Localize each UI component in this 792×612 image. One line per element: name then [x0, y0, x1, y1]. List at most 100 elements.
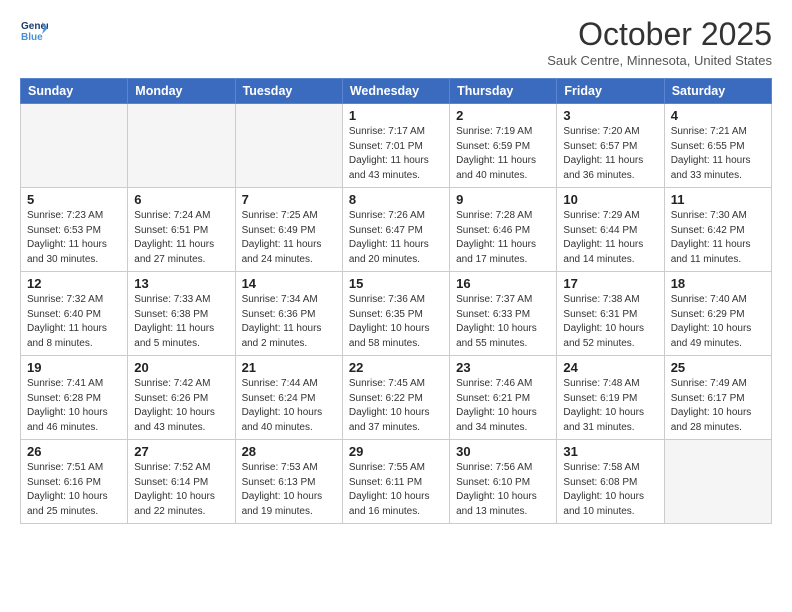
day-number: 20: [134, 360, 228, 375]
day-number: 5: [27, 192, 121, 207]
day-info: Sunrise: 7:26 AM Sunset: 6:47 PM Dayligh…: [349, 209, 443, 267]
location: Sauk Centre, Minnesota, United States: [547, 53, 772, 68]
day-number: 15: [349, 276, 443, 291]
calendar-cell: 25Sunrise: 7:49 AM Sunset: 6:17 PM Dayli…: [664, 356, 771, 440]
calendar-table: SundayMondayTuesdayWednesdayThursdayFrid…: [20, 78, 772, 524]
day-info: Sunrise: 7:23 AM Sunset: 6:53 PM Dayligh…: [27, 209, 121, 267]
weekday-header-row: SundayMondayTuesdayWednesdayThursdayFrid…: [21, 79, 772, 104]
day-info: Sunrise: 7:52 AM Sunset: 6:14 PM Dayligh…: [134, 461, 228, 519]
day-number: 9: [456, 192, 550, 207]
day-number: 3: [563, 108, 657, 123]
day-info: Sunrise: 7:19 AM Sunset: 6:59 PM Dayligh…: [456, 125, 550, 183]
day-number: 1: [349, 108, 443, 123]
day-number: 16: [456, 276, 550, 291]
calendar-cell: [664, 440, 771, 524]
calendar-cell: 2 Sunrise: 7:19 AM Sunset: 6:59 PM Daylig…: [450, 104, 557, 188]
calendar-cell: 3Sunrise: 7:20 AM Sunset: 6:57 PM Daylig…: [557, 104, 664, 188]
weekday-header-wednesday: Wednesday: [342, 79, 449, 104]
weekday-header-thursday: Thursday: [450, 79, 557, 104]
day-info: Sunrise: 7:48 AM Sunset: 6:19 PM Dayligh…: [563, 377, 657, 435]
day-info: Sunrise: 7:33 AM Sunset: 6:38 PM Dayligh…: [134, 293, 228, 351]
day-info: Sunrise: 7:56 AM Sunset: 6:10 PM Dayligh…: [456, 461, 550, 519]
title-area: October 2025 Sauk Centre, Minnesota, Uni…: [547, 16, 772, 68]
logo: General Blue: [20, 16, 52, 44]
day-number: 14: [242, 276, 336, 291]
day-number: 13: [134, 276, 228, 291]
day-number: 30: [456, 444, 550, 459]
calendar-cell: 9 Sunrise: 7:28 AM Sunset: 6:46 PM Daylig…: [450, 188, 557, 272]
day-number: 7: [242, 192, 336, 207]
day-number: 24: [563, 360, 657, 375]
day-info: Sunrise: 7:21 AM Sunset: 6:55 PM Dayligh…: [671, 125, 765, 183]
day-number: 28: [242, 444, 336, 459]
calendar-cell: 6Sunrise: 7:24 AM Sunset: 6:51 PM Daylig…: [128, 188, 235, 272]
day-number: 12: [27, 276, 121, 291]
day-info: Sunrise: 7:32 AM Sunset: 6:40 PM Dayligh…: [27, 293, 121, 351]
calendar-cell: 24 Sunrise: 7:48 AM Sunset: 6:19 PM Dayli…: [557, 356, 664, 440]
calendar-cell: 20 Sunrise: 7:42 AM Sunset: 6:26 PM Dayli…: [128, 356, 235, 440]
day-info: Sunrise: 7:49 AM Sunset: 6:17 PM Dayligh…: [671, 377, 765, 435]
day-info: Sunrise: 7:42 AM Sunset: 6:26 PM Dayligh…: [134, 377, 228, 435]
calendar-cell: 5 Sunrise: 7:23 AM Sunset: 6:53 PM Daylig…: [21, 188, 128, 272]
day-info: Sunrise: 7:28 AM Sunset: 6:46 PM Dayligh…: [456, 209, 550, 267]
week-row-2: 12 Sunrise: 7:32 AM Sunset: 6:40 PM Dayli…: [21, 272, 772, 356]
day-number: 27: [134, 444, 228, 459]
calendar-cell: 31 Sunrise: 7:58 AM Sunset: 6:08 PM Dayli…: [557, 440, 664, 524]
calendar-cell: 11Sunrise: 7:30 AM Sunset: 6:42 PM Dayli…: [664, 188, 771, 272]
calendar-cell: 12 Sunrise: 7:32 AM Sunset: 6:40 PM Dayli…: [21, 272, 128, 356]
calendar-cell: 26 Sunrise: 7:51 AM Sunset: 6:16 PM Dayli…: [21, 440, 128, 524]
day-info: Sunrise: 7:55 AM Sunset: 6:11 PM Dayligh…: [349, 461, 443, 519]
calendar-cell: 16 Sunrise: 7:37 AM Sunset: 6:33 PM Dayli…: [450, 272, 557, 356]
day-number: 11: [671, 192, 765, 207]
day-number: 19: [27, 360, 121, 375]
day-info: Sunrise: 7:37 AM Sunset: 6:33 PM Dayligh…: [456, 293, 550, 351]
calendar-cell: 21 Sunrise: 7:44 AM Sunset: 6:24 PM Dayli…: [235, 356, 342, 440]
calendar-cell: [21, 104, 128, 188]
calendar-cell: 4 Sunrise: 7:21 AM Sunset: 6:55 PM Daylig…: [664, 104, 771, 188]
day-info: Sunrise: 7:38 AM Sunset: 6:31 PM Dayligh…: [563, 293, 657, 351]
day-number: 6: [134, 192, 228, 207]
day-info: Sunrise: 7:40 AM Sunset: 6:29 PM Dayligh…: [671, 293, 765, 351]
day-number: 8: [349, 192, 443, 207]
day-number: 22: [349, 360, 443, 375]
calendar-cell: 10Sunrise: 7:29 AM Sunset: 6:44 PM Dayli…: [557, 188, 664, 272]
day-number: 2: [456, 108, 550, 123]
day-number: 21: [242, 360, 336, 375]
day-info: Sunrise: 7:58 AM Sunset: 6:08 PM Dayligh…: [563, 461, 657, 519]
day-number: 10: [563, 192, 657, 207]
day-info: Sunrise: 7:44 AM Sunset: 6:24 PM Dayligh…: [242, 377, 336, 435]
calendar-cell: 14 Sunrise: 7:34 AM Sunset: 6:36 PM Dayli…: [235, 272, 342, 356]
week-row-4: 26 Sunrise: 7:51 AM Sunset: 6:16 PM Dayli…: [21, 440, 772, 524]
weekday-header-tuesday: Tuesday: [235, 79, 342, 104]
logo-icon: General Blue: [20, 16, 48, 44]
day-info: Sunrise: 7:41 AM Sunset: 6:28 PM Dayligh…: [27, 377, 121, 435]
day-info: Sunrise: 7:45 AM Sunset: 6:22 PM Dayligh…: [349, 377, 443, 435]
header: General Blue October 2025 Sauk Centre, M…: [20, 16, 772, 68]
day-info: Sunrise: 7:36 AM Sunset: 6:35 PM Dayligh…: [349, 293, 443, 351]
calendar-cell: 19 Sunrise: 7:41 AM Sunset: 6:28 PM Dayli…: [21, 356, 128, 440]
day-number: 26: [27, 444, 121, 459]
calendar-cell: [235, 104, 342, 188]
svg-text:Blue: Blue: [21, 32, 43, 43]
calendar-cell: 15 Sunrise: 7:36 AM Sunset: 6:35 PM Dayli…: [342, 272, 449, 356]
day-number: 4: [671, 108, 765, 123]
week-row-3: 19 Sunrise: 7:41 AM Sunset: 6:28 PM Dayli…: [21, 356, 772, 440]
calendar-cell: 23Sunrise: 7:46 AM Sunset: 6:21 PM Dayli…: [450, 356, 557, 440]
day-info: Sunrise: 7:17 AM Sunset: 7:01 PM Dayligh…: [349, 125, 443, 183]
weekday-header-saturday: Saturday: [664, 79, 771, 104]
day-number: 17: [563, 276, 657, 291]
day-number: 18: [671, 276, 765, 291]
week-row-1: 5 Sunrise: 7:23 AM Sunset: 6:53 PM Daylig…: [21, 188, 772, 272]
calendar-cell: 8 Sunrise: 7:26 AM Sunset: 6:47 PM Daylig…: [342, 188, 449, 272]
calendar-cell: 17 Sunrise: 7:38 AM Sunset: 6:31 PM Dayli…: [557, 272, 664, 356]
day-info: Sunrise: 7:51 AM Sunset: 6:16 PM Dayligh…: [27, 461, 121, 519]
day-number: 23: [456, 360, 550, 375]
month-title: October 2025: [547, 16, 772, 53]
day-info: Sunrise: 7:34 AM Sunset: 6:36 PM Dayligh…: [242, 293, 336, 351]
calendar-cell: 29Sunrise: 7:55 AM Sunset: 6:11 PM Dayli…: [342, 440, 449, 524]
calendar-cell: 18 Sunrise: 7:40 AM Sunset: 6:29 PM Dayli…: [664, 272, 771, 356]
calendar-cell: 30 Sunrise: 7:56 AM Sunset: 6:10 PM Dayli…: [450, 440, 557, 524]
weekday-header-monday: Monday: [128, 79, 235, 104]
calendar-cell: 1 Sunrise: 7:17 AM Sunset: 7:01 PM Daylig…: [342, 104, 449, 188]
day-number: 31: [563, 444, 657, 459]
